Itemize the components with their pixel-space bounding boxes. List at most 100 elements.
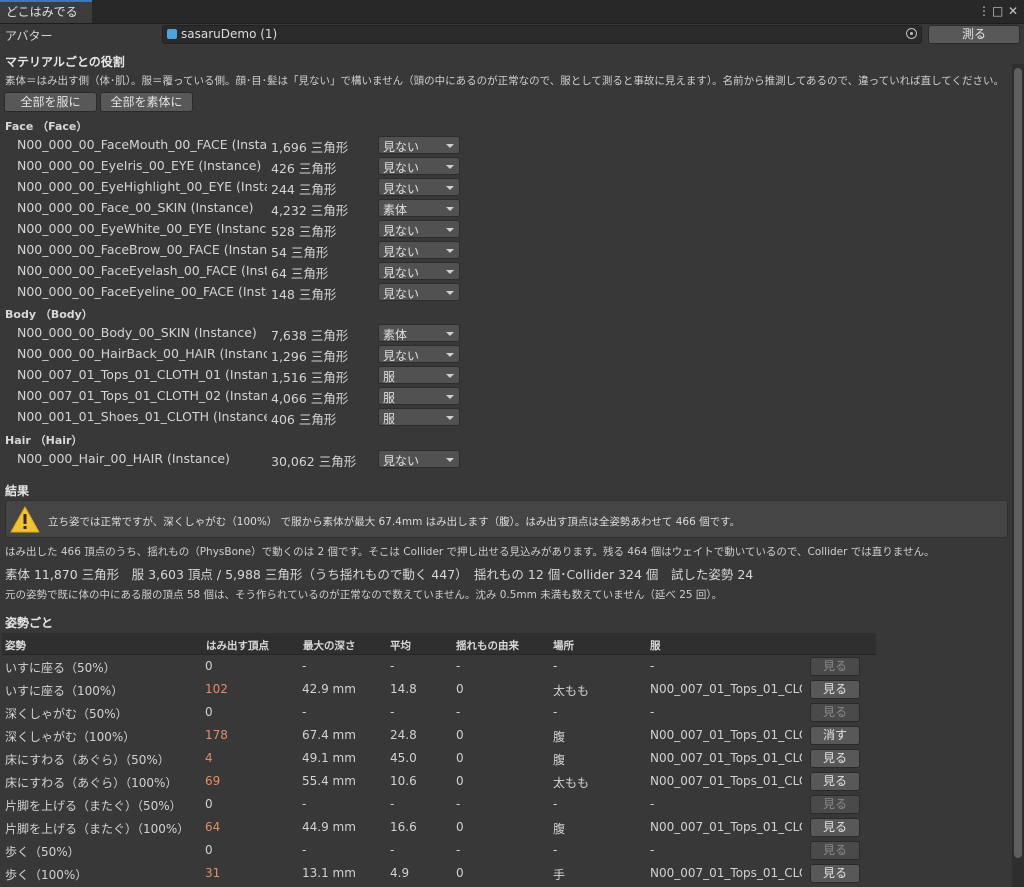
pose-view-button[interactable]: 見る <box>810 818 860 837</box>
material-triangles: 4,232 三角形 <box>271 203 349 218</box>
material-role-dropdown[interactable]: 服 <box>378 408 460 426</box>
material-role-dropdown[interactable]: 見ない <box>378 262 460 280</box>
material-role-dropdown[interactable]: 見ない <box>378 450 460 468</box>
scrollbar-thumb[interactable] <box>1014 68 1022 858</box>
material-row: N00_000_00_FaceEyeline_00_FACE (Instance… <box>0 281 1010 302</box>
material-role-dropdown[interactable]: 見ない <box>378 136 460 154</box>
material-role-dropdown[interactable]: 見ない <box>378 157 460 175</box>
pose-physbone: 0 <box>456 774 464 788</box>
measure-button[interactable]: 測る <box>928 25 1020 44</box>
dropdown-arrow-icon <box>446 353 454 357</box>
pose-view-button[interactable]: 見る <box>810 864 860 883</box>
pose-location: 腹 <box>553 730 566 744</box>
pose-view-button[interactable]: 見る <box>810 795 860 814</box>
pose-average: 16.6 <box>390 820 417 834</box>
material-role-dropdown[interactable]: 見ない <box>378 241 460 259</box>
warning-box: 立ち姿では正常ですが、深くしゃがむ（100%） で服から素体が最大 67.4mm… <box>5 500 1008 538</box>
dropdown-arrow-icon <box>446 165 454 169</box>
dropdown-arrow-icon <box>446 228 454 232</box>
pose-view-button[interactable]: 見る <box>810 772 860 791</box>
material-role-dropdown[interactable]: 見ない <box>378 283 460 301</box>
material-role-dropdown[interactable]: 素体 <box>378 324 460 342</box>
pose-average: 24.8 <box>390 728 417 742</box>
pose-location: 腹 <box>553 753 566 767</box>
material-triangles: 406 三角形 <box>271 412 337 427</box>
material-role-value: 見ない <box>383 140 420 154</box>
scrollbar[interactable] <box>1012 64 1024 887</box>
header-location: 場所 <box>553 640 574 652</box>
material-role-dropdown[interactable]: 見ない <box>378 345 460 363</box>
pose-cloth: N00_007_01_Tops_01_CLOTH_02 (Instance) <box>650 820 802 834</box>
dropdown-arrow-icon <box>446 291 454 295</box>
material-role-dropdown[interactable]: 服 <box>378 366 460 384</box>
warning-icon <box>10 506 40 533</box>
header-max-depth: 最大の深さ <box>303 640 356 652</box>
pose-vertices: 0 <box>205 659 213 673</box>
prefab-cube-icon <box>167 29 177 39</box>
material-triangles: 7,638 三角形 <box>271 328 349 343</box>
pose-view-button[interactable]: 消す <box>810 726 860 745</box>
pose-cloth: - <box>650 705 655 719</box>
pose-max-depth: 13.1 mm <box>302 866 356 880</box>
pose-view-button[interactable]: 見る <box>810 703 860 722</box>
close-icon[interactable]: ✕ <box>1008 3 1018 19</box>
pose-max-depth: 44.9 mm <box>302 820 356 834</box>
material-role-dropdown[interactable]: 服 <box>378 387 460 405</box>
materials-title: マテリアルごとの役割 <box>5 55 125 69</box>
maximize-icon[interactable]: □ <box>992 3 1003 19</box>
material-name: N00_000_00_Face_00_SKIN (Instance) <box>17 200 254 215</box>
material-name: N00_000_00_Body_00_SKIN (Instance) <box>17 325 257 340</box>
pose-max-depth: 49.1 mm <box>302 751 356 765</box>
material-role-dropdown[interactable]: 見ない <box>378 220 460 238</box>
pose-physbone: - <box>456 797 461 811</box>
pose-view-button[interactable]: 見る <box>810 680 860 699</box>
pose-location: 太もも <box>553 684 590 698</box>
pose-max-depth: 55.4 mm <box>302 774 356 788</box>
material-row: N00_000_Hair_00_HAIR (Instance) 30,062 三角… <box>0 448 1010 469</box>
dropdown-arrow-icon <box>446 207 454 211</box>
material-row: N00_000_00_Body_00_SKIN (Instance) 7,638 … <box>0 322 1010 343</box>
pose-vertices: 0 <box>205 843 213 857</box>
dropdown-arrow-icon <box>446 144 454 148</box>
pose-physbone: 0 <box>456 682 464 696</box>
pose-view-button[interactable]: 見る <box>810 749 860 768</box>
pose-average: 14.8 <box>390 682 417 696</box>
header-vertices: はみ出す頂点 <box>206 640 269 652</box>
baseline-note: 元の姿勢で既に体の中にある服の頂点 58 個は、そう作られているのが正常なので数… <box>5 589 723 601</box>
tab-dokohamideru[interactable]: どこはみでる <box>0 0 92 23</box>
all-cloth-button[interactable]: 全部を服に <box>4 92 97 112</box>
avatar-field[interactable]: sasaruDemo (1) <box>162 25 922 44</box>
object-picker-icon[interactable] <box>906 28 917 39</box>
result-title: 結果 <box>5 484 30 498</box>
pose-physbone: 0 <box>456 820 464 834</box>
dropdown-arrow-icon <box>446 416 454 420</box>
material-role-value: 見ない <box>383 245 420 259</box>
materials-description: 素体＝はみ出す側（体･肌）。服＝覆っている側。顔･目･髪は「見ない」で構いません… <box>5 75 1004 87</box>
material-name: N00_000_00_HairBack_00_HAIR (Instance) <box>17 346 267 361</box>
pose-row: いすに座る（50%） 0 - - - - - 見る <box>0 655 1010 678</box>
pose-row: 片脚を上げる（またぐ）（100%） 64 44.9 mm 16.6 0 腹 N00_007_… <box>0 816 1010 839</box>
material-triangles: 1,696 三角形 <box>271 140 349 155</box>
pose-cloth: - <box>650 659 655 673</box>
pose-vertices: 178 <box>205 728 228 742</box>
material-row: N00_000_00_Face_00_SKIN (Instance) 4,232 … <box>0 197 1010 218</box>
all-body-button[interactable]: 全部を素体に <box>100 92 193 112</box>
pose-max-depth: - <box>302 705 307 719</box>
group-title-hair: Hair （Hair） <box>5 434 83 447</box>
more-options-icon[interactable]: ⋮ <box>978 3 990 19</box>
pose-row: 床にすわる（あぐら）（100%） 69 55.4 mm 10.6 0 太もも N00_007… <box>0 770 1010 793</box>
material-role-dropdown[interactable]: 見ない <box>378 178 460 196</box>
pose-view-button[interactable]: 見る <box>810 841 860 860</box>
material-row: N00_007_01_Tops_01_CLOTH_01 (Instance) 1,… <box>0 364 1010 385</box>
group-title-face: Face （Face） <box>5 120 88 133</box>
pose-row: 歩く（50%） 0 - - - - - 見る <box>0 839 1010 862</box>
material-role-dropdown[interactable]: 素体 <box>378 199 460 217</box>
material-name: N00_007_01_Tops_01_CLOTH_02 (Instance) <box>17 388 267 403</box>
material-role-value: 見ない <box>383 349 420 363</box>
pose-view-button[interactable]: 見る <box>810 657 860 676</box>
pose-physbone: 0 <box>456 751 464 765</box>
tab-bar: どこはみでる ⋮ □ ✕ <box>0 0 1024 24</box>
pose-cloth: N00_007_01_Tops_01_CLOTH_02 (Instance) <box>650 682 802 696</box>
pose-average: - <box>390 797 395 811</box>
material-role-value: 素体 <box>383 203 408 217</box>
